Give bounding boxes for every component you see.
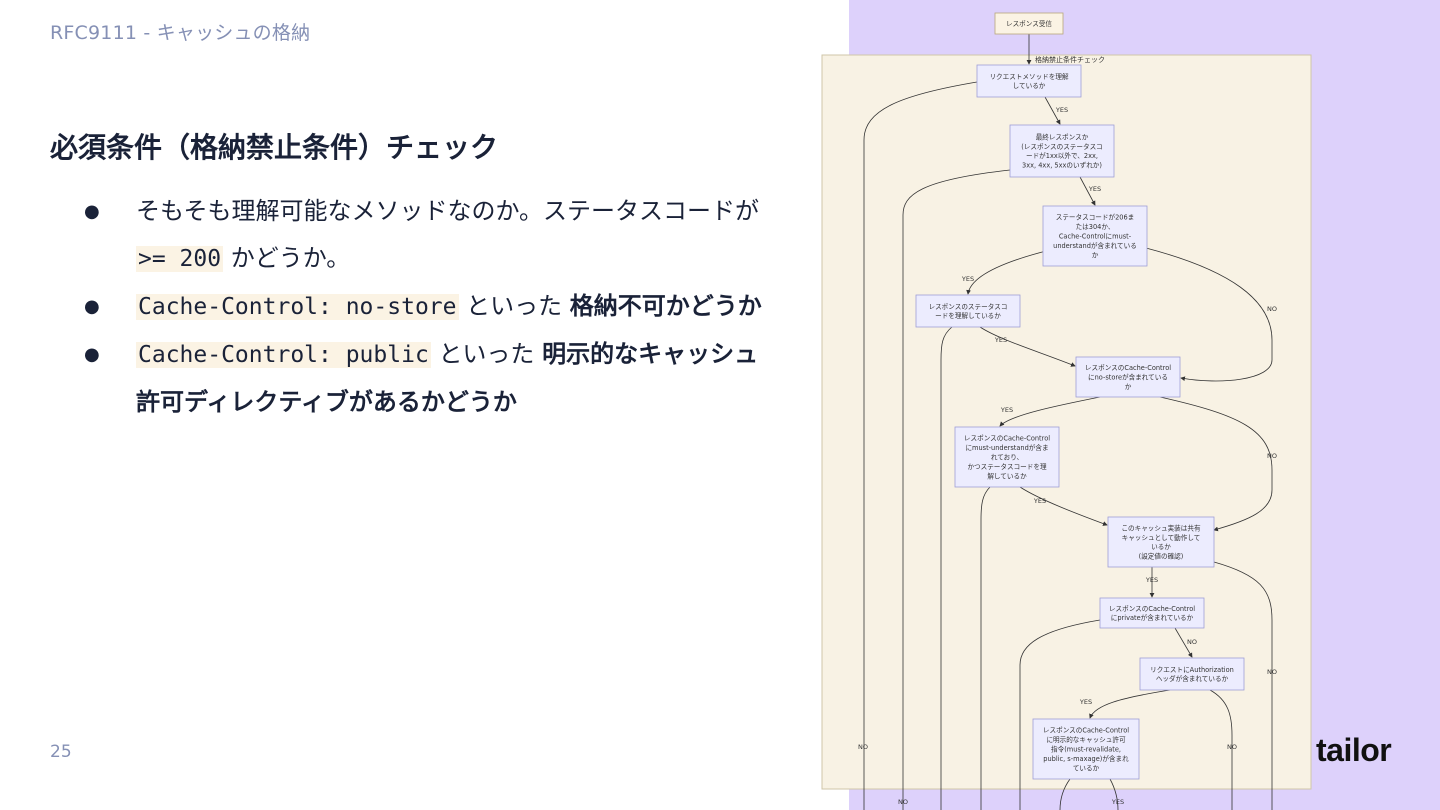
flowchart-node-text: レスポンスのCache-Control xyxy=(1043,727,1129,735)
flowchart-node-text: キャッシュとして動作して xyxy=(1122,533,1201,542)
flowchart-edge-label-yes: YES xyxy=(1055,106,1068,114)
flowchart-node-text: ヘッダが含まれているか xyxy=(1156,674,1229,683)
flowchart-node-text: しているか xyxy=(1013,82,1046,90)
flowchart-node-text: 最終レスポンスか xyxy=(1036,132,1089,141)
flowchart-edge-label-no: NO xyxy=(1267,305,1277,313)
tailor-logo: tailor xyxy=(1316,732,1392,768)
flowchart-node-text: レスポンス受信 xyxy=(1006,19,1052,28)
flowchart-node-text: public, s-maxage)が含まれ xyxy=(1043,754,1129,763)
flowchart-edge-label-yes: YES xyxy=(1111,798,1124,806)
flowchart-edge-label-yes: YES xyxy=(994,336,1007,344)
flowchart-edge-label-yes: YES xyxy=(961,275,974,283)
flowchart-node-text: レスポンスのステータスコ xyxy=(929,302,1008,311)
flowchart-node-n1: リクエストメソッドを理解しているか xyxy=(976,64,1082,98)
flowchart-node-n9: リクエストにAuthorizationヘッダが含まれているか xyxy=(1139,657,1245,691)
flowchart-node-box xyxy=(915,294,1021,328)
flowchart-node-text: understandが含まれている xyxy=(1053,241,1137,250)
flowchart-node-n6: レスポンスのCache-Controlにmust-understandが含まれて… xyxy=(954,426,1060,488)
flowchart-node-text: か xyxy=(1125,383,1132,391)
flowchart-node-text: レスポンスのCache-Control xyxy=(1109,605,1195,613)
flowchart-node-text: Cache-Controlにmust- xyxy=(1059,233,1132,241)
flowchart-node-n3: ステータスコードが206または304か、 Cache-Controlにmust-u… xyxy=(1042,205,1148,267)
flowchart-node-text: ードを理解しているか xyxy=(935,311,1001,320)
flowchart-edge-label-yes: YES xyxy=(1088,185,1101,193)
flowchart-node-text: ステータスコードが206ま xyxy=(1056,213,1135,222)
flowchart-node-n2: 最終レスポンスか(レスポンスのステータスコードが1xx以外で、2xx,3xx, … xyxy=(1009,124,1115,178)
flowchart-edge-label-yes: YES xyxy=(1033,497,1046,505)
flowchart-edge-label-no: NO xyxy=(858,743,868,751)
flowchart-node-n5: レスポンスのCache-Controlにno-storeが含まれているか xyxy=(1075,356,1181,398)
flowchart-node-text: にprivateが含まれているか xyxy=(1111,613,1194,622)
flowchart-node-text: (レスポンスのステータスコ xyxy=(1021,142,1103,151)
flowchart-node-box xyxy=(1099,597,1205,629)
flowchart-node-text: ているか xyxy=(1073,764,1100,772)
flowchart-node-text: レスポンスのCache-Control xyxy=(964,435,1050,443)
flowchart-node-text: たは304か、 xyxy=(1076,223,1115,231)
flowchart-edge-label-no: NO xyxy=(1267,452,1277,460)
flowchart-node-text: 解しているか xyxy=(987,471,1027,480)
flowchart: レスポンス受信リクエストメソッドを理解しているか最終レスポンスか(レスポンスのス… xyxy=(821,12,1312,810)
flowchart-node-text: いるか xyxy=(1151,543,1171,551)
flowchart-edge-label-no: NO xyxy=(1227,743,1237,751)
flowchart-node-n8: レスポンスのCache-Controlにprivateが含まれているか xyxy=(1099,597,1205,629)
flowchart-node-text: かつステータスコードを理 xyxy=(967,462,1047,471)
flowchart-edge-label-yes: YES xyxy=(1079,698,1092,706)
flowchart-node-text: レスポンスのCache-Control xyxy=(1085,364,1171,372)
flowchart-edge-label-no: NO xyxy=(1187,638,1197,646)
flowchart-edge-label-yes: YES xyxy=(1145,576,1158,584)
flowchart-node-text: (設定値の確認) xyxy=(1139,552,1184,561)
flowchart-node-start: レスポンス受信 xyxy=(994,12,1064,35)
flowchart-node-text: このキャッシュ実装は共有 xyxy=(1121,523,1201,532)
flowchart-node-text: 指令(must-revalidate, xyxy=(1051,745,1121,754)
flowchart-node-text: ードが1xx以外で、2xx, xyxy=(1026,151,1098,160)
flowchart-edge-label-no: NO xyxy=(898,798,908,806)
flowchart-node-text: れており、 xyxy=(991,454,1023,462)
flowchart-node-text: か xyxy=(1092,251,1099,259)
flowchart-edge-label-no: NO xyxy=(1267,668,1277,676)
flowchart-node-text: にno-storeが含まれている xyxy=(1088,373,1168,382)
flowchart-node-n7: このキャッシュ実装は共有キャッシュとして動作しているか(設定値の確認) xyxy=(1107,516,1215,568)
flowchart-node-box xyxy=(976,64,1082,98)
flowchart-node-text: リクエストにAuthorization xyxy=(1150,666,1234,674)
flowchart-node-text: にmust-understandが含ま xyxy=(965,443,1048,452)
flowchart-node-text: リクエストメソッドを理解 xyxy=(989,72,1069,81)
flowchart-node-text: 3xx, 4xx, 5xxのいずれか) xyxy=(1022,161,1102,170)
flowchart-node-text: に明示的なキャッシュ許可 xyxy=(1046,735,1126,744)
flowchart-node-n10: レスポンスのCache-Controlに明示的なキャッシュ許可指令(must-r… xyxy=(1032,718,1140,780)
flowchart-group-label: 格納禁止条件チェック xyxy=(1035,55,1105,64)
flowchart-node-n4: レスポンスのステータスコードを理解しているか xyxy=(915,294,1021,328)
flowchart-node-box xyxy=(1139,657,1245,691)
flowchart-edge-label-yes: YES xyxy=(1000,406,1013,414)
